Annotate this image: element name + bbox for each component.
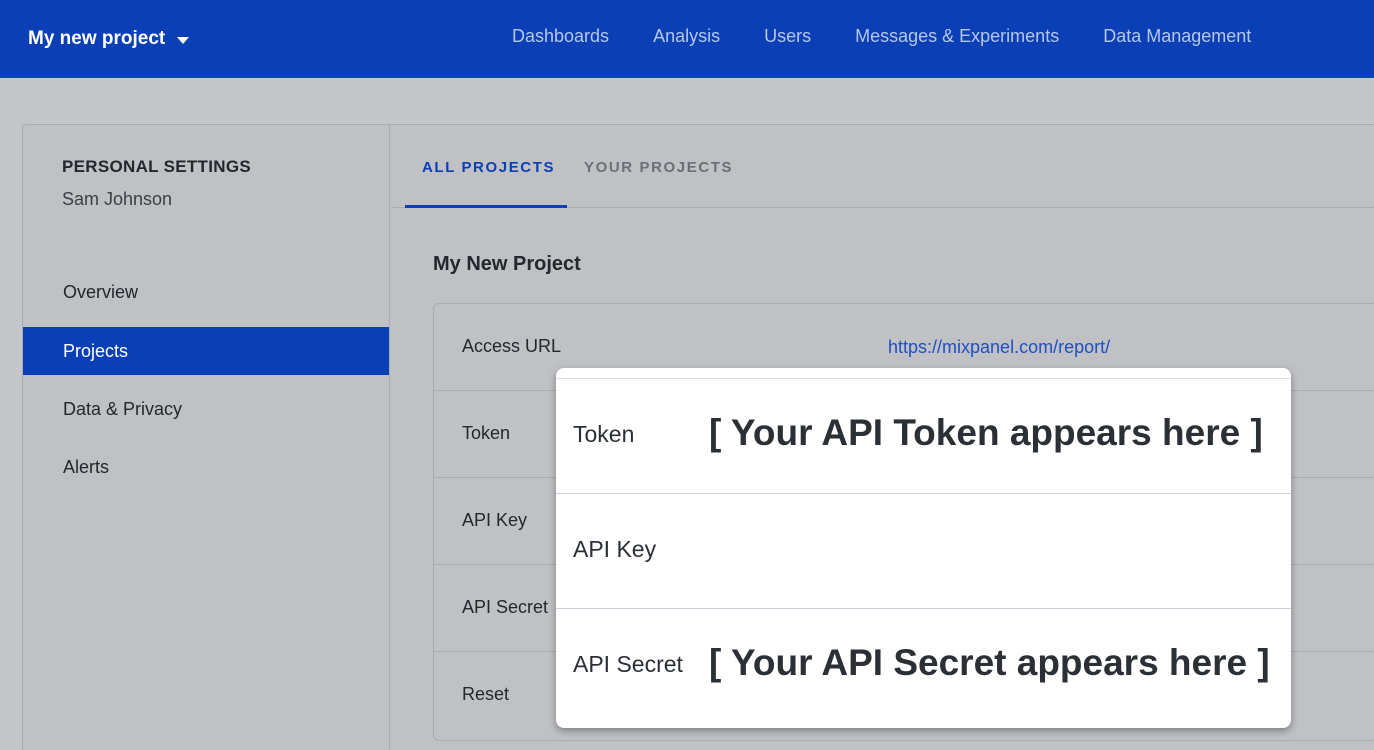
- tab-all-projects[interactable]: ALL PROJECTS: [422, 159, 555, 176]
- sidebar-item-projects[interactable]: Projects: [23, 327, 389, 375]
- nav-messages-experiments[interactable]: Messages & Experiments: [855, 26, 1059, 47]
- row-label: Access URL: [462, 336, 562, 356]
- row-label: API Key: [462, 510, 528, 530]
- sidebar-user-name: Sam Johnson: [62, 189, 173, 209]
- popup-row-token: Token [ Your API Token appears here ]: [556, 379, 1291, 494]
- access-url-link[interactable]: https://mixpanel.com/report/: [888, 337, 1110, 358]
- popup-token-label: Token: [573, 421, 635, 447]
- tab-your-projects[interactable]: YOUR PROJECTS: [584, 159, 733, 176]
- nav-data-management[interactable]: Data Management: [1103, 26, 1251, 47]
- popup-row-api-key: API Key: [556, 494, 1291, 609]
- sidebar-title: PERSONAL SETTINGS: [62, 157, 251, 176]
- nav-analysis[interactable]: Analysis: [653, 26, 720, 47]
- sidebar-item-overview[interactable]: Overview: [23, 268, 389, 316]
- project-switcher-label: My new project: [28, 28, 166, 49]
- top-nav-bar: My new project Dashboards Analysis Users…: [0, 0, 1374, 78]
- row-label: Token: [462, 423, 511, 443]
- nav-dashboards[interactable]: Dashboards: [512, 26, 609, 47]
- credentials-popup: Token [ Your API Token appears here ] AP…: [556, 368, 1291, 728]
- row-label: API Secret: [462, 597, 549, 617]
- project-switcher[interactable]: My new project: [28, 26, 190, 52]
- popup-api-secret-label: API Secret: [573, 651, 683, 677]
- project-title: My New Project: [433, 253, 581, 275]
- active-tab-indicator: [405, 205, 567, 208]
- row-label: Reset: [462, 684, 510, 704]
- chevron-down-icon: [177, 36, 190, 44]
- popup-token-value: [ Your API Token appears here ]: [709, 412, 1263, 453]
- sidebar-item-data-privacy[interactable]: Data & Privacy: [23, 385, 389, 433]
- popup-row-api-secret: API Secret [ Your API Secret appears her…: [556, 609, 1291, 728]
- nav-users[interactable]: Users: [764, 26, 811, 47]
- popup-api-secret-value: [ Your API Secret appears here ]: [709, 642, 1270, 683]
- settings-sidebar: PERSONAL SETTINGS Sam Johnson Overview P…: [23, 125, 390, 750]
- popup-api-key-label: API Key: [573, 536, 657, 562]
- sidebar-item-alerts[interactable]: Alerts: [23, 443, 389, 491]
- main-nav: Dashboards Analysis Users Messages & Exp…: [512, 26, 1251, 47]
- project-tabs: ALL PROJECTS YOUR PROJECTS: [391, 125, 1374, 208]
